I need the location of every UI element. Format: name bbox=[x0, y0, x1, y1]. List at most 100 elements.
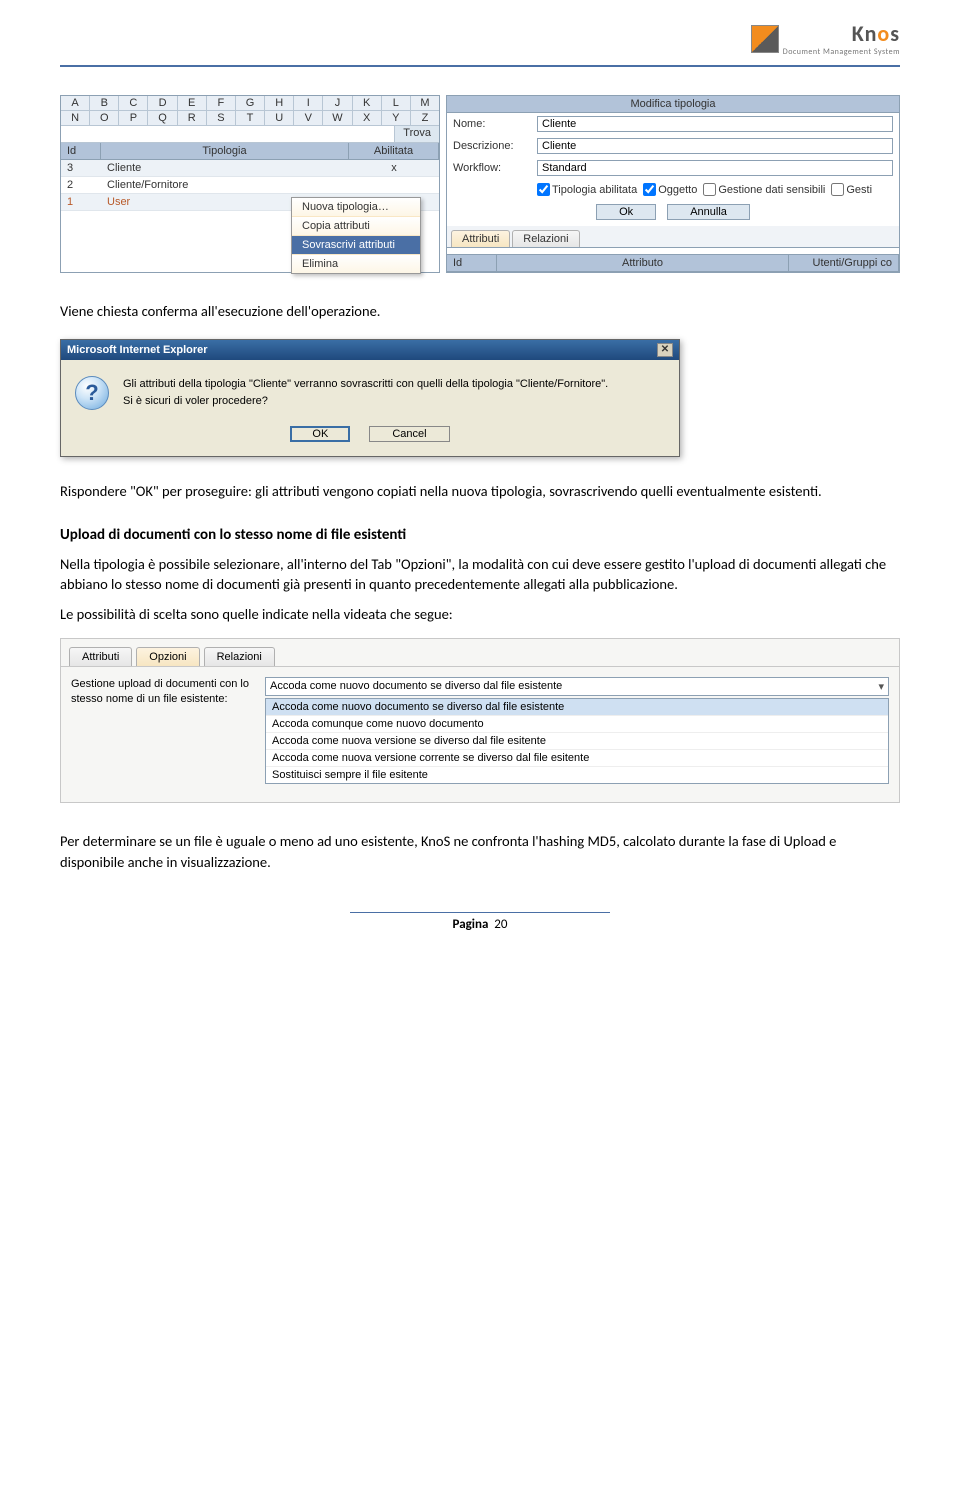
label-nome: Nome: bbox=[453, 118, 531, 130]
alpha-T[interactable]: T bbox=[236, 111, 265, 126]
logo-text: Knos Document Management System bbox=[783, 20, 900, 57]
document-body: Viene chiesta conferma all'esecuzione de… bbox=[60, 301, 900, 872]
typology-list-panel: A B C D E F G H I J K L M N O P Q R S T … bbox=[60, 95, 440, 273]
option-item[interactable]: Sostituisci sempre il file esitente bbox=[266, 767, 888, 783]
page-footer: Pagina 20 bbox=[60, 912, 900, 932]
col-id: Id bbox=[61, 143, 101, 159]
header-rule bbox=[60, 65, 900, 67]
table-row[interactable]: 2 Cliente/Fornitore bbox=[61, 177, 439, 194]
close-icon[interactable]: ✕ bbox=[657, 343, 673, 357]
col-tipologia: Tipologia bbox=[101, 143, 349, 159]
chevron-down-icon: ▾ bbox=[878, 680, 884, 693]
option-item[interactable]: Accoda come nuova versione corrente se d… bbox=[266, 750, 888, 767]
ctx-copy-attributes[interactable]: Copia attributi bbox=[292, 217, 420, 236]
table-row[interactable]: 3 Cliente x bbox=[61, 160, 439, 177]
alpha-U[interactable]: U bbox=[265, 111, 294, 126]
alpha-row-1: A B C D E F G H I J K L M bbox=[61, 96, 439, 111]
confirm-dialog: Microsoft Internet Explorer ✕ ? Gli attr… bbox=[60, 339, 680, 457]
alpha-G[interactable]: G bbox=[236, 96, 265, 111]
alpha-C[interactable]: C bbox=[119, 96, 148, 111]
context-menu: Nuova tipologia… Copia attributi Sovrasc… bbox=[291, 197, 421, 274]
para-upload-desc: Nella tipologia è possibile selezionare,… bbox=[60, 554, 900, 595]
para-respond-ok: Rispondere "OK" per proseguire: gli attr… bbox=[60, 481, 900, 501]
label-workflow: Workflow: bbox=[453, 162, 531, 174]
alpha-X[interactable]: X bbox=[353, 111, 382, 126]
workflow-input[interactable] bbox=[537, 160, 893, 176]
ok-button[interactable]: Ok bbox=[596, 204, 656, 220]
page-header: Knos Document Management System bbox=[60, 20, 900, 57]
alpha-S[interactable]: S bbox=[207, 111, 236, 126]
alpha-K[interactable]: K bbox=[353, 96, 382, 111]
ctx-delete[interactable]: Elimina bbox=[292, 255, 420, 273]
question-icon: ? bbox=[75, 376, 109, 410]
alpha-Q[interactable]: Q bbox=[148, 111, 177, 126]
typology-ui: A B C D E F G H I J K L M N O P Q R S T … bbox=[60, 95, 900, 273]
ctx-overwrite-attributes[interactable]: Sovrascrivi attributi bbox=[292, 236, 420, 255]
upload-option-select[interactable]: Accoda come nuovo documento se diverso d… bbox=[265, 677, 889, 784]
checkbox-row: Tipologia abilitata Oggetto Gestione dat… bbox=[447, 179, 899, 202]
alpha-J[interactable]: J bbox=[323, 96, 352, 111]
alpha-Z[interactable]: Z bbox=[411, 111, 439, 126]
alpha-row-2: N O P Q R S T U V W X Y Z bbox=[61, 111, 439, 126]
cancel-button[interactable]: Annulla bbox=[667, 204, 750, 220]
chk-oggetto[interactable]: Oggetto bbox=[643, 183, 697, 196]
upload-options-panel: Attributi Opzioni Relazioni Gestione upl… bbox=[60, 638, 900, 803]
tabs: Attributi Relazioni bbox=[447, 226, 899, 248]
select-dropdown: Accoda come nuovo documento se diverso d… bbox=[265, 698, 889, 784]
alpha-A[interactable]: A bbox=[61, 96, 90, 111]
alpha-V[interactable]: V bbox=[294, 111, 323, 126]
tab-relazioni[interactable]: Relazioni bbox=[204, 647, 275, 666]
section-heading: Upload di documenti con lo stesso nome d… bbox=[60, 526, 900, 544]
dialog-ok-button[interactable]: OK bbox=[290, 426, 350, 442]
alpha-F[interactable]: F bbox=[207, 96, 236, 111]
select-box[interactable]: Accoda come nuovo documento se diverso d… bbox=[265, 677, 889, 696]
nome-input[interactable] bbox=[537, 116, 893, 132]
alpha-Y[interactable]: Y bbox=[382, 111, 411, 126]
col-abilitata: Abilitata bbox=[349, 143, 439, 159]
alpha-P[interactable]: P bbox=[119, 111, 148, 126]
tab-attributi[interactable]: Attributi bbox=[451, 230, 510, 247]
alpha-H[interactable]: H bbox=[265, 96, 294, 111]
chk-tipologia-abilitata[interactable]: Tipologia abilitata bbox=[537, 183, 637, 196]
alpha-O[interactable]: O bbox=[90, 111, 119, 126]
search-input[interactable] bbox=[61, 126, 394, 142]
alpha-I[interactable]: I bbox=[294, 96, 323, 111]
alpha-B[interactable]: B bbox=[90, 96, 119, 111]
alpha-R[interactable]: R bbox=[178, 111, 207, 126]
option-item[interactable]: Accoda come nuova versione se diverso da… bbox=[266, 733, 888, 750]
chk-gesti[interactable]: Gesti bbox=[831, 183, 872, 196]
dialog-cancel-button[interactable]: Cancel bbox=[369, 426, 449, 442]
attr-col-utenti: Utenti/Gruppi co bbox=[789, 255, 899, 271]
dialog-message: Gli attributi della tipologia "Cliente" … bbox=[123, 376, 608, 410]
option-item[interactable]: Accoda comunque come nuovo documento bbox=[266, 716, 888, 733]
grid-header: Id Tipologia Abilitata bbox=[61, 143, 439, 160]
grid-body: 3 Cliente x 2 Cliente/Fornitore 1 User N… bbox=[61, 160, 439, 267]
panel-title: Modifica tipologia bbox=[447, 96, 899, 113]
logo-icon bbox=[751, 25, 779, 53]
search-row: Trova bbox=[61, 126, 439, 143]
alpha-L[interactable]: L bbox=[382, 96, 411, 111]
tab-relazioni[interactable]: Relazioni bbox=[512, 230, 579, 247]
ctx-new-typology[interactable]: Nuova tipologia… bbox=[292, 198, 420, 217]
typology-edit-panel: Modifica tipologia Nome: Descrizione: Wo… bbox=[446, 95, 900, 273]
alpha-M[interactable]: M bbox=[411, 96, 439, 111]
upload-option-label: Gestione upload di documenti con lo stes… bbox=[71, 677, 251, 784]
alpha-W[interactable]: W bbox=[323, 111, 352, 126]
search-button[interactable]: Trova bbox=[394, 126, 439, 142]
para-hashing: Per determinare se un file è uguale o me… bbox=[60, 831, 900, 872]
attr-col-id: Id bbox=[447, 255, 497, 271]
chk-dati-sensibili[interactable]: Gestione dati sensibili bbox=[703, 183, 825, 196]
dialog-titlebar: Microsoft Internet Explorer ✕ bbox=[61, 340, 679, 360]
option-item[interactable]: Accoda come nuovo documento se diverso d… bbox=[266, 699, 888, 716]
tab-opzioni[interactable]: Opzioni bbox=[136, 647, 199, 666]
descrizione-input[interactable] bbox=[537, 138, 893, 154]
para-options-intro: Le possibilità di scelta sono quelle ind… bbox=[60, 604, 900, 624]
tab-attributi[interactable]: Attributi bbox=[69, 647, 132, 666]
alpha-E[interactable]: E bbox=[178, 96, 207, 111]
alpha-D[interactable]: D bbox=[148, 96, 177, 111]
attr-col-attributo: Attributo bbox=[497, 255, 789, 271]
label-descrizione: Descrizione: bbox=[453, 140, 531, 152]
logo: Knos Document Management System bbox=[751, 20, 900, 57]
dialog-title: Microsoft Internet Explorer bbox=[67, 344, 208, 356]
alpha-N[interactable]: N bbox=[61, 111, 90, 126]
